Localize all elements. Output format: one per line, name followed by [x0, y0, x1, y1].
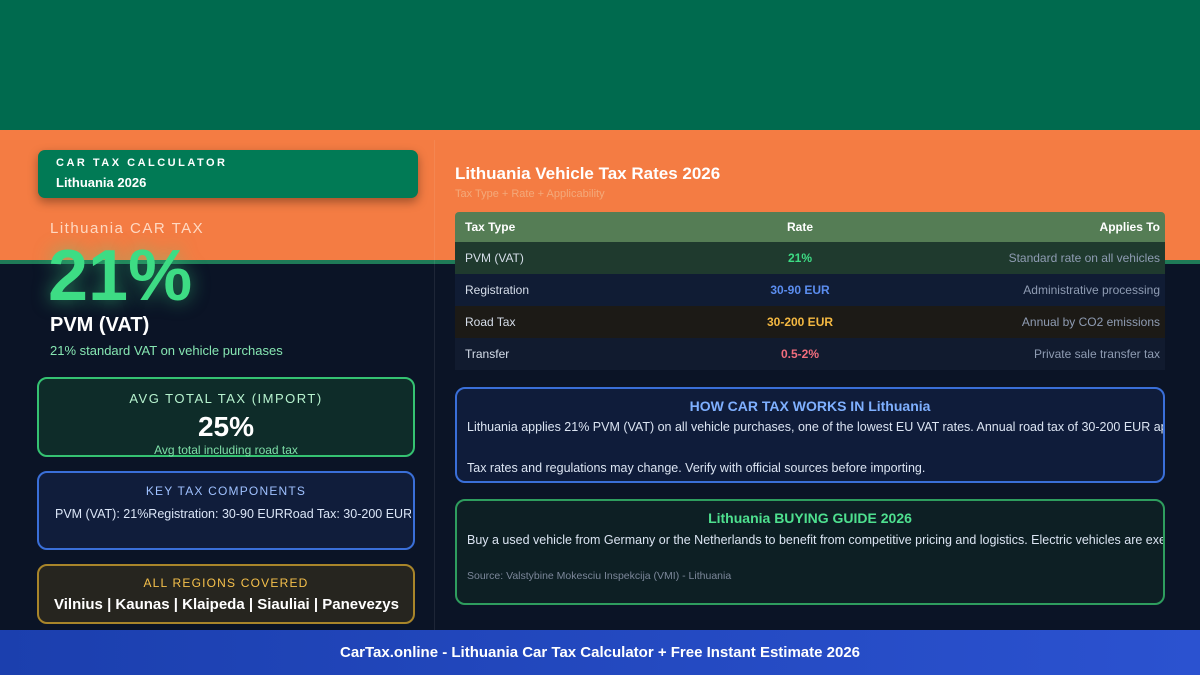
row-tax-type: Road Tax	[465, 315, 516, 329]
rates-subtitle: Tax Type + Rate + Applicability	[455, 188, 605, 200]
buying-guide-box: Lithuania BUYING GUIDE 2026 Buy a used v…	[455, 499, 1165, 605]
table-row: PVM (VAT) 21% Standard rate on all vehic…	[455, 242, 1165, 274]
country-label: Lithuania CAR TAX	[50, 220, 205, 237]
header-tax-type: Tax Type	[465, 220, 516, 234]
row-applies-to: Private sale transfer tax	[1033, 347, 1160, 361]
column-divider	[434, 140, 435, 630]
regions-card-title: ALL REGIONS COVERED	[143, 576, 309, 590]
guide-box-text: Buy a used vehicle from Germany or the N…	[467, 533, 1165, 547]
table-header: Tax Type Rate Applies To	[455, 212, 1165, 242]
row-tax-type: PVM (VAT)	[465, 251, 524, 265]
tax-description: 21% standard VAT on vehicle purchases	[50, 343, 283, 358]
table-row: Road Tax 30-200 EUR Annual by CO2 emissi…	[455, 306, 1165, 338]
avg-card-note: Avg total including road tax	[154, 443, 298, 457]
how-box-text: Lithuania applies 21% PVM (VAT) on all v…	[467, 420, 1165, 434]
brand-box: CAR TAX CALCULATOR Lithuania 2026	[38, 150, 418, 198]
table-row: Registration 30-90 EUR Administrative pr…	[455, 274, 1165, 306]
headline-rate: 21%	[48, 236, 193, 316]
footer-banner: CarTax.online - Lithuania Car Tax Calcul…	[0, 630, 1200, 675]
table-row: Transfer 0.5-2% Private sale transfer ta…	[455, 338, 1165, 370]
tax-name: PVM (VAT)	[50, 314, 150, 336]
row-tax-type: Transfer	[465, 347, 510, 361]
guide-source: Source: Valstybine Mokesciu Inspekcija (…	[467, 570, 732, 582]
brand-subtitle: Lithuania 2026	[56, 175, 147, 190]
row-applies-to: Standard rate on all vehicles	[1008, 251, 1160, 265]
components-list: PVM (VAT): 21%Registration: 30-90 EURRoa…	[55, 507, 411, 521]
how-box-title: HOW CAR TAX WORKS IN Lithuania	[689, 398, 931, 414]
how-it-works-box: HOW CAR TAX WORKS IN Lithuania Lithuania…	[455, 387, 1165, 483]
components-card-title: KEY TAX COMPONENTS	[145, 484, 307, 498]
header-applies-to: Applies To	[1099, 220, 1160, 234]
row-tax-type: Registration	[465, 283, 530, 297]
avg-total-tax-card: AVG TOTAL TAX (IMPORT) 25% Avg total inc…	[37, 377, 415, 457]
rates-title: Lithuania Vehicle Tax Rates 2026	[455, 164, 721, 183]
regions-card: ALL REGIONS COVERED	[37, 564, 415, 624]
row-applies-to: Annual by CO2 emissions	[1021, 315, 1160, 329]
regions-list: Vilnius | Kaunas | Klaipeda | Siauliai |…	[54, 596, 399, 613]
guide-box-title: Lithuania BUYING GUIDE 2026	[708, 510, 912, 526]
avg-card-title: AVG TOTAL TAX (IMPORT)	[129, 391, 323, 406]
flag-stripe-green	[0, 0, 1200, 130]
brand-kicker: CAR TAX CALCULATOR	[56, 157, 228, 169]
avg-card-value: 25%	[197, 411, 255, 442]
row-applies-to: Administrative processing	[1023, 283, 1160, 297]
key-components-card: KEY TAX COMPONENTS PVM (VAT): 21%Registr…	[37, 471, 415, 550]
how-box-disclaimer: Tax rates and regulations may change. Ve…	[467, 461, 926, 475]
rates-table: Tax Type Rate Applies To PVM (VAT) 21% S…	[455, 212, 1165, 370]
